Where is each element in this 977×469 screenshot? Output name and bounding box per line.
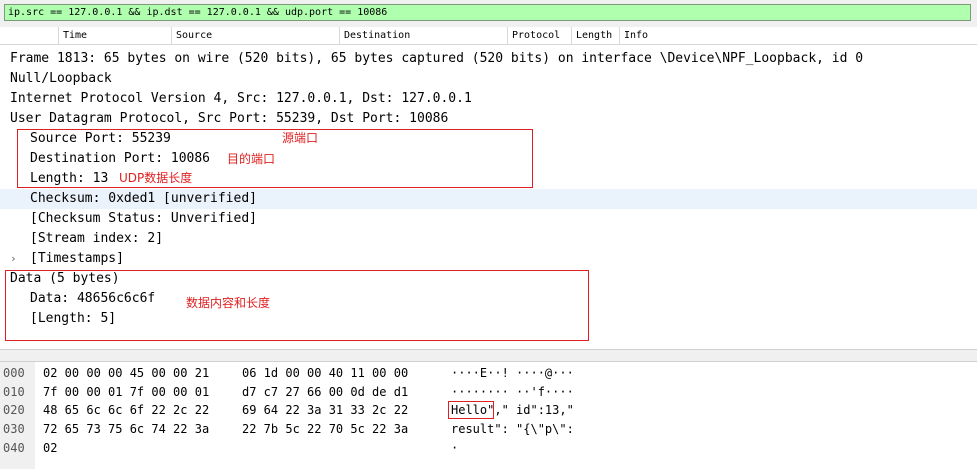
tree-row-frame[interactable]: Frame 1813: 65 bytes on wire (520 bits),… <box>0 49 977 69</box>
column-header-source[interactable]: Source <box>171 27 339 44</box>
hex-bytes-b: 22 7b 5c 22 70 5c 22 3a <box>242 422 409 436</box>
column-header-time[interactable]: Time <box>58 27 171 44</box>
display-filter-input[interactable]: ip.src == 127.0.0.1 && ip.dst == 127.0.0… <box>4 4 971 21</box>
column-header-info[interactable]: Info <box>619 27 977 44</box>
hex-bytes-a: 72 65 73 75 6c 74 22 3a <box>43 422 210 436</box>
data-fields-highlight-box <box>5 270 589 341</box>
tree-row-label: Frame 1813: 65 bytes on wire (520 bits),… <box>10 51 864 66</box>
hex-offset: 010 <box>3 385 25 399</box>
hex-ascii: · <box>451 441 459 455</box>
tree-row-label: [Timestamps] <box>30 251 124 266</box>
hex-row[interactable]: 010 7f 00 00 01 7f 00 00 01 d7 c7 27 66 … <box>0 383 977 402</box>
pane-splitter[interactable] <box>0 349 977 362</box>
hex-ascii: ····E··! ····@··· <box>451 366 574 380</box>
packet-details-pane: Frame 1813: 65 bytes on wire (520 bits),… <box>0 47 977 349</box>
hex-row[interactable]: 000 02 00 00 00 45 00 00 21 06 1d 00 00 … <box>0 364 977 383</box>
tree-row-udp[interactable]: User Datagram Protocol, Src Port: 55239,… <box>0 109 977 129</box>
tree-row-label: User Datagram Protocol, Src Port: 55239,… <box>10 111 449 126</box>
tree-row-stream-index[interactable]: [Stream index: 2] <box>0 229 977 249</box>
display-filter-bar: ip.src == 127.0.0.1 && ip.dst == 127.0.0… <box>0 0 977 27</box>
annotation-udp-length: UDP数据长度 <box>119 171 193 185</box>
hex-ascii: result": "{\"p\": <box>451 422 574 436</box>
hex-bytes-a: 48 65 6c 6c 6f 22 2c 22 <box>43 403 210 417</box>
tree-row-checksum-status[interactable]: [Checksum Status: Unverified] <box>0 209 977 229</box>
hex-bytes-a: 02 <box>43 441 58 455</box>
tree-row-label: [Stream index: 2] <box>30 231 164 246</box>
annotation-data-info: 数据内容和长度 <box>186 296 271 310</box>
tree-row-ipv4[interactable]: Internet Protocol Version 4, Src: 127.0.… <box>0 89 977 109</box>
tree-row-label: Internet Protocol Version 4, Src: 127.0.… <box>10 91 472 106</box>
packet-bytes-pane: 000 02 00 00 00 45 00 00 21 06 1d 00 00 … <box>0 362 977 469</box>
packet-list-header: Time Source Destination Protocol Length … <box>0 27 977 45</box>
hex-offset: 000 <box>3 366 25 380</box>
tree-row-checksum[interactable]: Checksum: 0xded1 [unverified] <box>0 189 977 209</box>
tree-row-label: [Checksum Status: Unverified] <box>30 211 257 226</box>
tree-row-timestamps[interactable]: › [Timestamps] <box>0 249 977 269</box>
hex-bytes-a: 7f 00 00 01 7f 00 00 01 <box>43 385 210 399</box>
hex-row[interactable]: 030 72 65 73 75 6c 74 22 3a 22 7b 5c 22 … <box>0 420 977 439</box>
annotation-source-port: 源端口 <box>282 131 319 145</box>
hello-ascii-highlight-box <box>448 401 494 419</box>
column-header-length[interactable]: Length <box>571 27 619 44</box>
hex-bytes-b: d7 c7 27 66 00 0d de d1 <box>242 385 409 399</box>
column-header-protocol[interactable]: Protocol <box>507 27 571 44</box>
hex-bytes-b: 69 64 22 3a 31 33 2c 22 <box>242 403 409 417</box>
annotation-dest-port: 目的端口 <box>227 152 276 166</box>
tree-row-label: Checksum: 0xded1 [unverified] <box>30 191 257 206</box>
tree-row-null-loopback[interactable]: Null/Loopback <box>0 69 977 89</box>
tree-row-label: Null/Loopback <box>10 71 112 86</box>
column-header-no[interactable] <box>0 27 58 44</box>
hex-bytes-a: 02 00 00 00 45 00 00 21 <box>43 366 210 380</box>
hex-offset: 020 <box>3 403 25 417</box>
hex-row[interactable]: 040 02 · <box>0 439 977 458</box>
hex-offset: 030 <box>3 422 25 436</box>
hex-bytes-b: 06 1d 00 00 40 11 00 00 <box>242 366 409 380</box>
hex-ascii: ········ ··'f···· <box>451 385 574 399</box>
hex-offset: 040 <box>3 441 25 455</box>
expand-chevron-icon[interactable]: › <box>10 249 17 269</box>
column-header-destination[interactable]: Destination <box>339 27 507 44</box>
